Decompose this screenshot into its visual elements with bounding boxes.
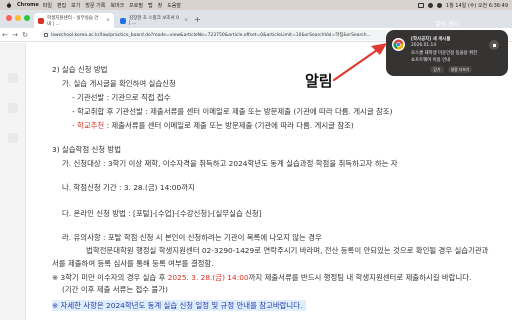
notification-body: 쇼프트웨어 이용 안내	[411, 58, 451, 63]
notification-card[interactable]: [학사공지] 새 게시물 2026.01.14 로스쿨 재학생 미운인정 동을용…	[386, 30, 508, 76]
text-line: ※ 3학기 미만 이수자의 경우 실습 후 2025. 3. 28.(금) 14…	[52, 272, 471, 283]
section-heading-credit-method: 3) 실습학점 신청 방법	[52, 145, 122, 154]
notification-body: 로스쿨 재학생 미운인정 동을용 위한	[411, 51, 478, 56]
menu-bar: Chrome 파일 편집 보기 방문 기록 북마크 프로필 탭 창 도움말 1월…	[0, 0, 512, 10]
menu-item-window[interactable]: 창	[158, 2, 163, 9]
highlight-school-recommend: - 학교추천	[72, 121, 105, 130]
close-window-button[interactable]	[6, 15, 12, 21]
text-line: - 학교추천 : 제출서류를 센터 이메일로 제출 또는 방문제출 (기관에 따…	[72, 120, 354, 131]
notification-close-button[interactable]: 닫기	[430, 66, 444, 73]
section-heading-apply-method: 2) 실습 신청 방법	[52, 65, 108, 74]
menu-item-view[interactable]: 보기	[71, 2, 80, 9]
minimize-window-button[interactable]	[15, 15, 21, 21]
text-fragment: 까지 제출서류를 반드시 행정팀 내 학생지원센터로 제출하시길 바랍니다.	[248, 273, 472, 282]
text-fragment: ※ 3학기 미만 이수자의 경우 실습 후	[52, 273, 168, 282]
site-info-icon[interactable]	[44, 33, 48, 37]
text-line: (기간 이후 제출 서류는 접수 불가)	[62, 285, 168, 294]
text-fragment: : 제출서류를 센터 이메일로 제출 또는 방문제출 (기관에 따라 다름. 게…	[104, 121, 354, 130]
reload-icon[interactable]: ↻	[20, 31, 30, 39]
notification-settings-button[interactable]: 설정 더보기	[448, 66, 472, 73]
text-line: 법학전문대학원 행정실 학생지원센터 02-3290-1429로 연락주시기 바…	[86, 246, 489, 255]
page-side-nav	[0, 43, 26, 320]
wifi-icon[interactable]	[427, 2, 433, 8]
battery-icon[interactable]	[417, 2, 424, 8]
notification-title: [학사공지] 새 게시물	[411, 37, 451, 42]
menu-item-history[interactable]: 방문 기록	[85, 2, 105, 9]
text-line: 서를 제출하여 등록 심사를 통해 등록 여부를 결정함.	[52, 259, 214, 268]
notification-stop-icon[interactable]	[489, 40, 499, 50]
forward-arrow-icon[interactable]: →	[10, 31, 20, 39]
apple-icon[interactable]	[5, 1, 13, 9]
korea-univ-favicon-icon	[38, 17, 44, 24]
deadline-highlight: 2025. 3. 28.(금) 14:00	[167, 273, 249, 282]
notification-center-title: 알림 센터	[435, 21, 459, 28]
text-line: 나. 학점신청 기간 : 3. 28.(금) 14:00까지	[62, 183, 195, 192]
side-nav-icon[interactable]	[8, 103, 18, 113]
tab-favicon-icon	[120, 17, 126, 24]
side-nav-icon[interactable]	[8, 73, 18, 83]
close-tab-icon[interactable]: ×	[106, 18, 110, 23]
window-controls	[6, 15, 30, 21]
text-line: 가. 신청대상 : 3학기 이상 재학, 이수자격을 취득하고 2024학년도 …	[62, 159, 398, 168]
tab-label: 학생지원센터 - 실무실습 안내 | ...	[47, 15, 99, 27]
menubar-clock[interactable]: 1월 14일 (수) 오전 6:36:49	[446, 2, 508, 9]
close-tab-icon[interactable]: ×	[184, 18, 188, 23]
reference-note: ※ 자세한 사항은 2024학년도 동계 실습 신청 일정 및 규정 안내를 참…	[52, 300, 307, 311]
text-line: 다. 온라인 신청 방법 : [포털]-[수업]-[수강신청]-[실무실습 신청…	[62, 209, 262, 218]
new-tab-plus-icon[interactable]: +	[194, 15, 201, 24]
zoom-window-button[interactable]	[24, 15, 30, 21]
text-line: - 기관선발 : 기관으로 직접 접수	[72, 93, 171, 102]
menu-item-help[interactable]: 도움말	[167, 2, 181, 9]
text-line: - 학교취합 후 기관선발 : 제출서류를 센터 이메일로 제출 또는 방문제출…	[72, 107, 393, 116]
control-center-icon[interactable]	[436, 2, 442, 8]
menubar-status-area: 1월 14일 (수) 오전 6:36:49	[417, 0, 508, 10]
back-arrow-icon[interactable]: ←	[0, 31, 10, 39]
tab-label: 김장현 초 스핑크 보조서 0 | ...	[129, 16, 179, 26]
text-line: 가. 실습 게시글을 확인하여 실습신청	[62, 79, 176, 88]
annotation-arrow-icon	[332, 43, 387, 82]
menu-item-profiles[interactable]: 프로필	[129, 2, 143, 9]
text-line: 라. 유의사항 : 포탈 학점 신청 시 본인이 신청하려는 기관이 목록에 나…	[62, 233, 322, 242]
menu-app-name[interactable]: Chrome	[17, 2, 39, 8]
tab-student-support[interactable]: 학생지원센터 - 실무실습 안내 | ... ×	[34, 13, 114, 28]
annotation-label: 알림	[305, 72, 333, 90]
tab-second[interactable]: 김장현 초 스핑크 보조서 0 | ... ×	[116, 13, 192, 28]
menu-item-file[interactable]: 파일	[43, 2, 52, 9]
address-bar[interactable]: lawschool.korea.ac.kr/law/practice_board…	[40, 30, 390, 40]
notification-date: 2026.01.14	[411, 43, 437, 48]
menu-item-tab[interactable]: 탭	[148, 2, 153, 9]
side-nav-icon[interactable]	[8, 133, 18, 143]
address-url: lawschool.korea.ac.kr/law/practice_board…	[51, 33, 371, 38]
chrome-icon	[392, 38, 405, 51]
menu-item-bookmarks[interactable]: 북마크	[110, 2, 124, 9]
menu-item-edit[interactable]: 편집	[57, 2, 66, 9]
